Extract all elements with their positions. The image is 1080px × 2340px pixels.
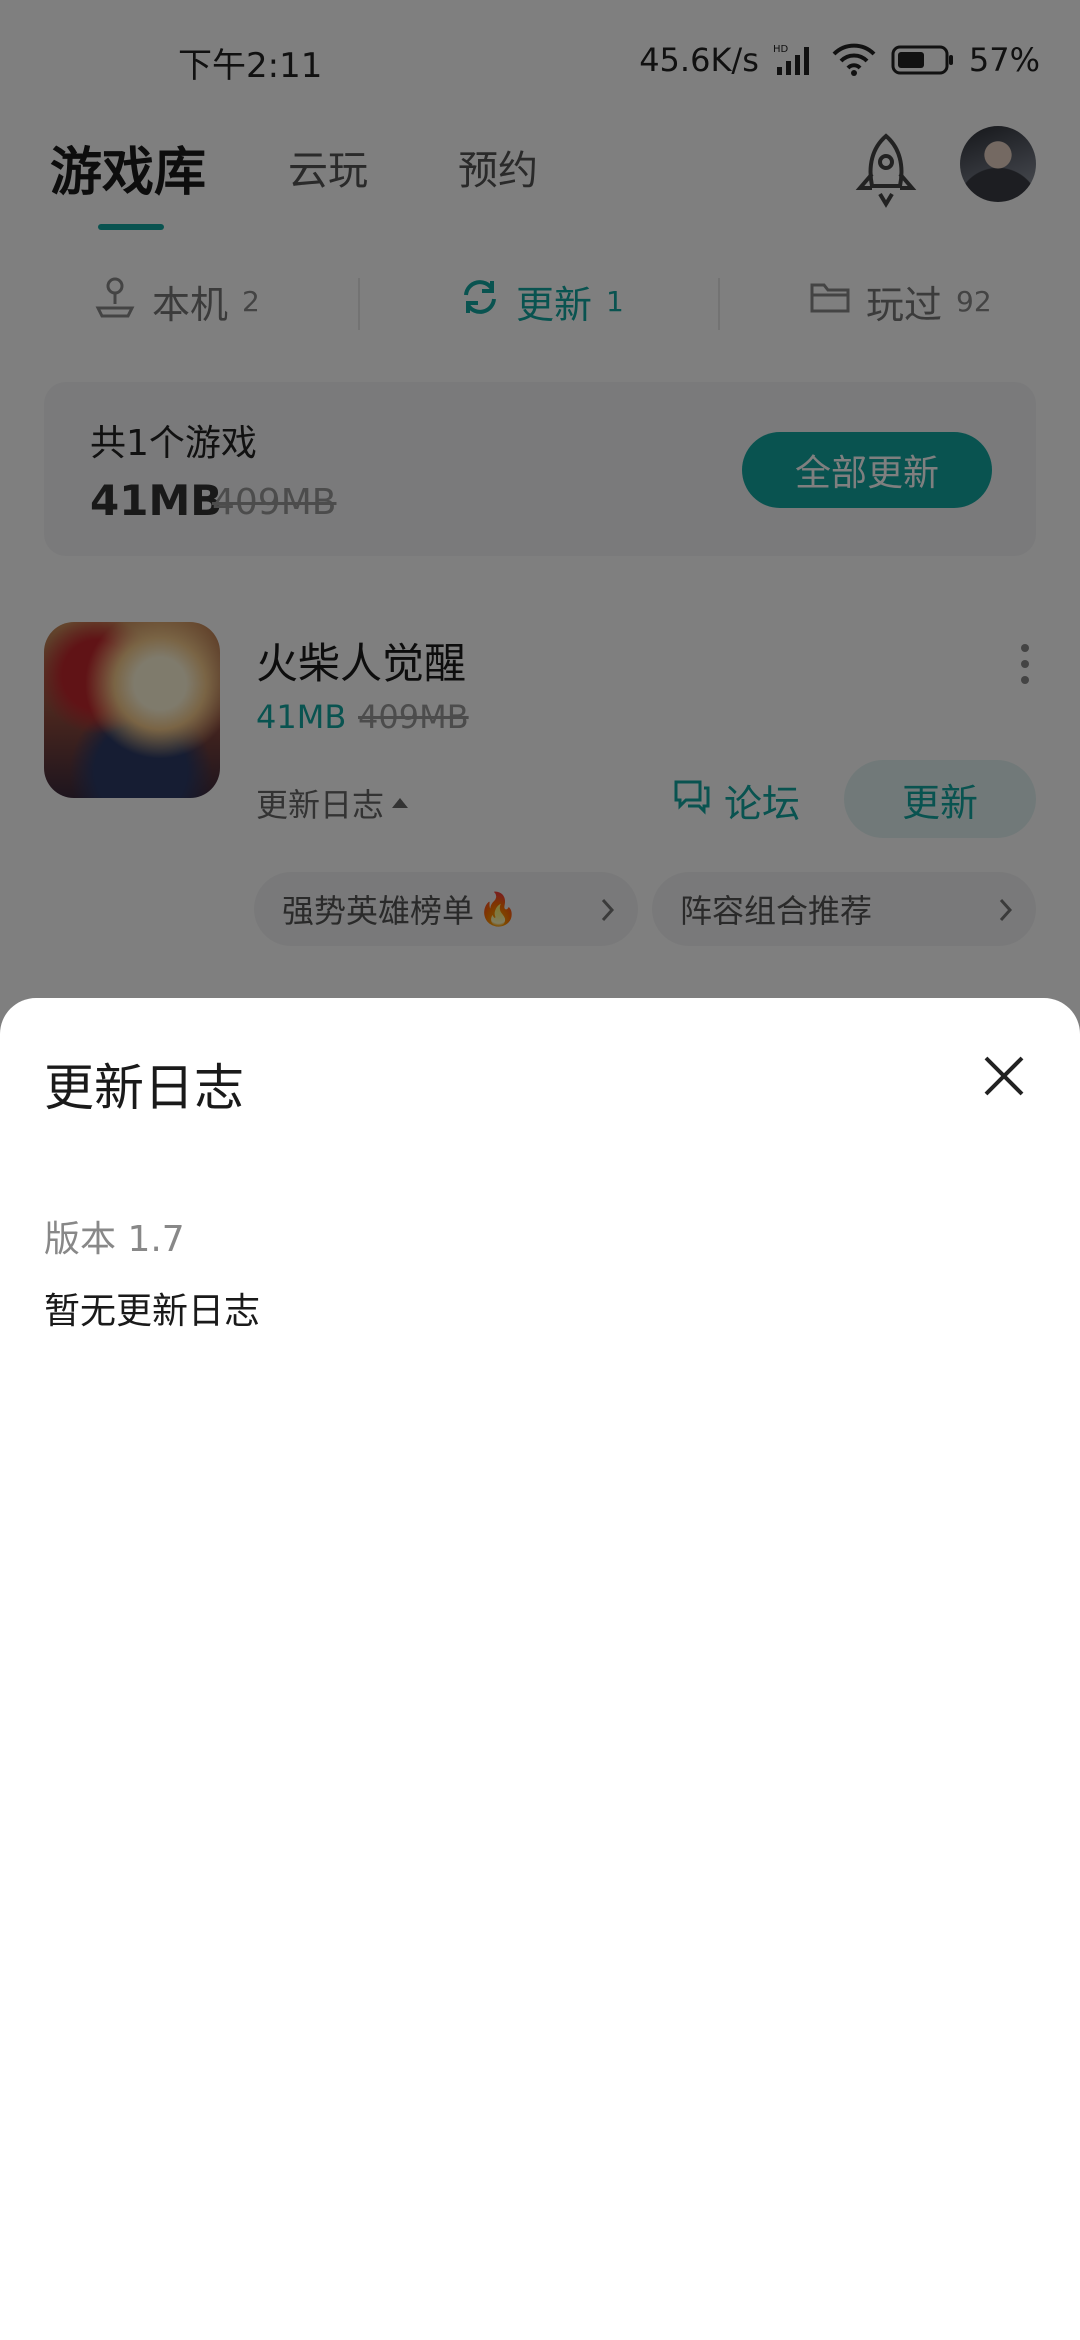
changelog-sheet: 更新日志 版本 1.7 暂无更新日志 [0,998,1080,2340]
app-root: 下午2:11 45.6K/s HD [0,0,1080,2340]
changelog-content: 暂无更新日志 [44,1291,261,1332]
sheet-title: 更新日志 [44,1059,244,1117]
close-icon[interactable] [976,1048,1032,1104]
version-label: 版本 1.7 [44,1219,185,1260]
